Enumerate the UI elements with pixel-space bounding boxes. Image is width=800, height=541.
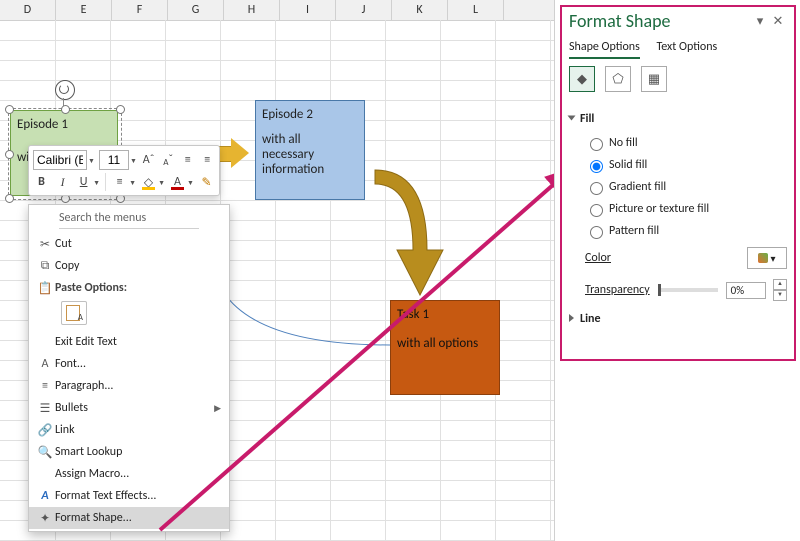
increase-indent-button[interactable]: ≡ [199, 151, 215, 169]
decrease-indent-button[interactable]: ≡ [180, 151, 196, 169]
grow-font-button[interactable]: Aˆ [141, 151, 157, 169]
transparency-value[interactable]: 0% [726, 282, 766, 299]
menu-paste-options: 📋Paste Options: [29, 277, 229, 299]
fill-line-category-icon[interactable]: ◆ [569, 66, 595, 92]
resize-handle[interactable] [5, 105, 14, 114]
italic-button[interactable]: I [54, 173, 71, 191]
menu-font[interactable]: AFont... [29, 353, 229, 375]
menu-smart-lookup[interactable]: 🔍Smart Lookup [29, 441, 229, 463]
colhead[interactable]: D [0, 0, 56, 20]
fill-color-button[interactable]: ◇ [140, 173, 157, 191]
dropdown-icon[interactable]: ▼ [158, 178, 165, 187]
context-menu: Search the menus ✂Cut ⧉Copy 📋Paste Optio… [28, 204, 230, 532]
dropdown-icon[interactable]: ▼ [93, 178, 100, 187]
menu-format-shape[interactable]: ✦Format Shape... [29, 507, 229, 529]
gradient-fill-option[interactable]: Gradient fill [569, 176, 787, 198]
pattern-fill-option[interactable]: Pattern fill [569, 220, 787, 242]
colhead[interactable]: G [168, 0, 224, 20]
resize-handle[interactable] [61, 105, 70, 114]
colhead[interactable]: L [448, 0, 504, 20]
bullets-icon: ☰ [35, 401, 55, 416]
shape-task1[interactable]: Task 1 with all options [390, 300, 500, 395]
line-section-header[interactable]: Line [569, 312, 787, 326]
text-effects-icon: A [35, 489, 55, 503]
resize-handle[interactable] [5, 194, 14, 203]
colhead[interactable]: K [392, 0, 448, 20]
spinner[interactable]: ▲▼ [773, 279, 787, 301]
no-fill-option[interactable]: No fill [569, 132, 787, 154]
fill-color-picker[interactable]: ▾ [747, 247, 787, 269]
link-icon: 🔗 [35, 423, 55, 438]
colhead[interactable]: H [224, 0, 280, 20]
close-icon[interactable]: ✕ [769, 14, 787, 29]
menu-bullets[interactable]: ☰Bullets▶ [29, 397, 229, 419]
font-name-input[interactable] [33, 150, 87, 170]
menu-copy[interactable]: ⧉Copy [29, 255, 229, 277]
bold-button[interactable]: B [33, 173, 50, 191]
paragraph-icon: ≡ [35, 379, 55, 393]
format-painter-button[interactable]: ✎ [198, 173, 215, 191]
menu-exit-edit-text[interactable]: Exit Edit Text [29, 331, 229, 353]
menu-cut[interactable]: ✂Cut [29, 233, 229, 255]
shape-body: with all [262, 132, 358, 147]
shrink-font-button[interactable]: Aˇ [160, 151, 176, 169]
resize-handle[interactable] [116, 105, 125, 114]
font-icon: A [35, 357, 55, 371]
column-headers: D E F G H I J K L [0, 0, 554, 21]
color-label: Color [585, 251, 739, 265]
font-color-button[interactable]: A [169, 173, 186, 191]
menu-link[interactable]: 🔗Link [29, 419, 229, 441]
fill-section-header[interactable]: Fill [569, 112, 787, 126]
menu-search[interactable]: Search the menus [59, 211, 199, 229]
tab-text-options[interactable]: Text Options [656, 40, 717, 54]
shape-title: Episode 2 [262, 107, 358, 122]
dropdown-icon[interactable]: ▼ [130, 156, 137, 165]
transparency-label: Transparency [585, 283, 650, 297]
dropdown-icon[interactable]: ▼ [129, 178, 136, 187]
submenu-arrow-icon: ▶ [214, 403, 221, 414]
panel-title: Format Shape [569, 10, 671, 32]
mini-toolbar: ▼ ▼ Aˆ Aˇ ≡ ≡ B I U▼ ≡▼ ◇▼ A▼ ✎ [28, 145, 220, 196]
shape-episode2[interactable]: Episode 2 with all necessary information [255, 100, 365, 200]
transparency-slider[interactable] [658, 288, 718, 292]
copy-icon: ⧉ [35, 259, 55, 273]
menu-assign-macro[interactable]: Assign Macro... [29, 463, 229, 485]
picture-fill-option[interactable]: Picture or texture fill [569, 198, 787, 220]
menu-paragraph[interactable]: ≡Paragraph... [29, 375, 229, 397]
shape-body: information [262, 162, 358, 177]
curved-connector[interactable] [200, 235, 400, 355]
colhead[interactable]: I [280, 0, 336, 20]
resize-handle[interactable] [5, 150, 14, 159]
worksheet-area[interactable]: D E F G H I J K L Episode 1 wi Episode 2… [0, 0, 554, 541]
colhead[interactable]: E [56, 0, 112, 20]
panel-options-icon[interactable]: ▾ [751, 14, 769, 29]
rotation-handle-icon[interactable] [55, 80, 75, 100]
effects-category-icon[interactable]: ⬠ [605, 66, 631, 92]
underline-button[interactable]: U [75, 173, 92, 191]
format-shape-panel: Format Shape ▾ ✕ Shape Options Text Opti… [554, 0, 800, 541]
tab-shape-options[interactable]: Shape Options [569, 40, 640, 59]
menu-format-text-effects[interactable]: AFormat Text Effects... [29, 485, 229, 507]
font-size-input[interactable] [99, 150, 129, 170]
colhead[interactable]: J [336, 0, 392, 20]
scissors-icon: ✂ [35, 237, 55, 252]
paste-icon: 📋 [35, 281, 55, 296]
size-category-icon[interactable]: ▦ [641, 66, 667, 92]
shape-body: with all options [397, 336, 493, 351]
dropdown-icon[interactable]: ▼ [187, 178, 194, 187]
colhead[interactable]: F [112, 0, 168, 20]
align-button[interactable]: ≡ [111, 173, 128, 191]
lookup-icon: 🔍 [35, 445, 55, 460]
solid-fill-option[interactable]: Solid fill [569, 154, 787, 176]
format-shape-icon: ✦ [35, 511, 55, 526]
dropdown-icon[interactable]: ▼ [88, 156, 95, 165]
paste-keep-text-button[interactable] [61, 301, 87, 325]
shape-body: necessary [262, 147, 358, 162]
